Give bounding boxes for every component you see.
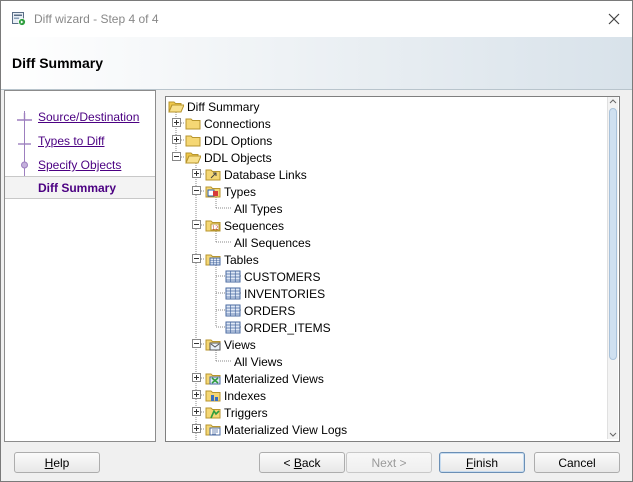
folder-view-icon — [205, 339, 221, 351]
collapse-minus-icon[interactable] — [172, 152, 181, 161]
collapse-minus-icon[interactable] — [192, 186, 201, 195]
tree-node[interactable]: All Types — [166, 200, 606, 217]
expand-plus-icon[interactable] — [192, 424, 201, 433]
tree-node-label: All Types — [234, 202, 283, 216]
folder-open-icon — [185, 152, 201, 164]
tree-node[interactable]: Indexes — [166, 387, 606, 404]
folder-mview-icon — [205, 373, 221, 385]
tree-node[interactable]: Materialized Views — [166, 370, 606, 387]
tree-node-label: Connections — [204, 117, 271, 131]
tree-node-label: DDL Objects — [204, 151, 272, 165]
tree-node[interactable]: ORDERS — [166, 302, 606, 319]
tree-node-label: ORDERS — [244, 304, 296, 318]
expand-plus-icon[interactable] — [192, 407, 201, 416]
tree-node[interactable]: All Views — [166, 353, 606, 370]
help-button[interactable]: Help — [14, 452, 100, 473]
tree-node[interactable]: All Sequences — [166, 234, 606, 251]
tree-node-label: CUSTOMERS — [244, 270, 321, 284]
svg-text:12: 12 — [212, 226, 218, 232]
collapse-minus-icon[interactable] — [192, 220, 201, 229]
page-title: Diff Summary — [12, 55, 104, 71]
finish-button[interactable]: Finish — [439, 452, 525, 473]
next-button[interactable]: Next > — [346, 452, 432, 473]
step-source-destination[interactable]: Source/Destination — [5, 106, 155, 129]
step-label[interactable]: Source/Destination — [38, 110, 139, 124]
close-icon[interactable] — [606, 11, 622, 27]
tree-node-label: DDL Options — [204, 134, 273, 148]
diff-summary-tree[interactable]: Diff Summary Connections DDL Options DDL Ob… — [165, 96, 620, 442]
tree-node-label: Triggers — [224, 406, 268, 420]
tree-node-label: Views — [224, 338, 256, 352]
tree-node[interactable]: INVENTORIES — [166, 285, 606, 302]
collapse-minus-icon[interactable] — [192, 254, 201, 263]
folder-open-icon — [168, 101, 184, 113]
scroll-up-icon[interactable] — [608, 97, 618, 106]
tree-node[interactable]: Materialized View Logs — [166, 421, 606, 438]
step-diff-summary: Diff Summary — [5, 176, 155, 199]
table-icon — [225, 270, 241, 283]
cancel-button[interactable]: Cancel — [534, 452, 620, 473]
diff-wizard-window: Diff wizard - Step 4 of 4 Diff Summary S… — [0, 0, 633, 482]
tree-node[interactable]: Connections — [166, 115, 606, 132]
step-label-current: Diff Summary — [38, 181, 117, 195]
tree-node-label: Sequences — [224, 219, 285, 233]
tree-node-label: Database Links — [224, 168, 307, 182]
expand-plus-icon[interactable] — [172, 118, 181, 127]
folder-table-icon — [205, 254, 221, 266]
tree-node-label: Materialized View Logs — [224, 423, 348, 437]
tree-node-label: All Views — [234, 355, 283, 369]
expand-plus-icon[interactable] — [192, 373, 201, 382]
folder-types-icon — [205, 186, 221, 198]
tree-node[interactable]: ORDER_ITEMS — [166, 319, 606, 336]
table-icon — [225, 287, 241, 300]
tree-node-label: All Sequences — [234, 236, 311, 250]
step-label[interactable]: Types to Diff — [38, 134, 104, 148]
table-icon — [225, 321, 241, 334]
collapse-minus-icon[interactable] — [192, 339, 201, 348]
tree-node[interactable]: DDL Objects — [166, 149, 606, 166]
page-header: Diff Summary — [1, 37, 632, 90]
expand-plus-icon[interactable] — [172, 135, 181, 144]
tree-vertical-scrollbar[interactable] — [607, 97, 618, 439]
tree-node[interactable]: Tables — [166, 251, 606, 268]
tree-node[interactable]: Triggers — [166, 404, 606, 421]
step-specify-objects[interactable]: Specify Objects — [5, 154, 155, 177]
back-button[interactable]: < Back — [259, 452, 345, 473]
wizard-app-icon — [12, 12, 26, 26]
folder-mviewlog-icon — [205, 424, 221, 436]
wizard-steps-panel: Source/Destination Types to Diff Specify… — [4, 90, 156, 442]
folder-icon — [185, 135, 201, 147]
folder-link-icon — [205, 169, 221, 181]
tree-node-label: Materialized Views — [224, 372, 324, 386]
window-title: Diff wizard - Step 4 of 4 — [34, 12, 159, 26]
step-label[interactable]: Specify Objects — [38, 158, 121, 172]
tree-node[interactable]: Diff Summary — [166, 98, 606, 115]
expand-plus-icon[interactable] — [192, 390, 201, 399]
folder-trigger-icon — [205, 407, 221, 419]
tree-node[interactable]: DDL Options — [166, 132, 606, 149]
tree-node[interactable]: Types — [166, 183, 606, 200]
tree-node-label: Types — [224, 185, 257, 199]
tree-node[interactable]: Database Links — [166, 166, 606, 183]
step-types-to-diff[interactable]: Types to Diff — [5, 130, 155, 153]
tree-node-label: INVENTORIES — [244, 287, 326, 301]
tree-node-label: ORDER_ITEMS — [244, 321, 331, 335]
tree-node[interactable]: CUSTOMERS — [166, 268, 606, 285]
tree-node[interactable]: Views — [166, 336, 606, 353]
expand-plus-icon[interactable] — [192, 169, 201, 178]
title-bar: Diff wizard - Step 4 of 4 — [1, 1, 632, 37]
table-icon — [225, 304, 241, 317]
tree-node-label: Tables — [224, 253, 259, 267]
folder-sequence-icon: 12 — [205, 220, 221, 232]
scroll-thumb[interactable] — [609, 108, 617, 360]
tree-node[interactable]: 12 Sequences — [166, 217, 606, 234]
scroll-down-icon[interactable] — [608, 430, 618, 439]
folder-index-icon — [205, 390, 221, 402]
tree-node-label: Diff Summary — [187, 100, 260, 114]
folder-icon — [185, 118, 201, 130]
tree-node-label: Indexes — [224, 389, 267, 403]
